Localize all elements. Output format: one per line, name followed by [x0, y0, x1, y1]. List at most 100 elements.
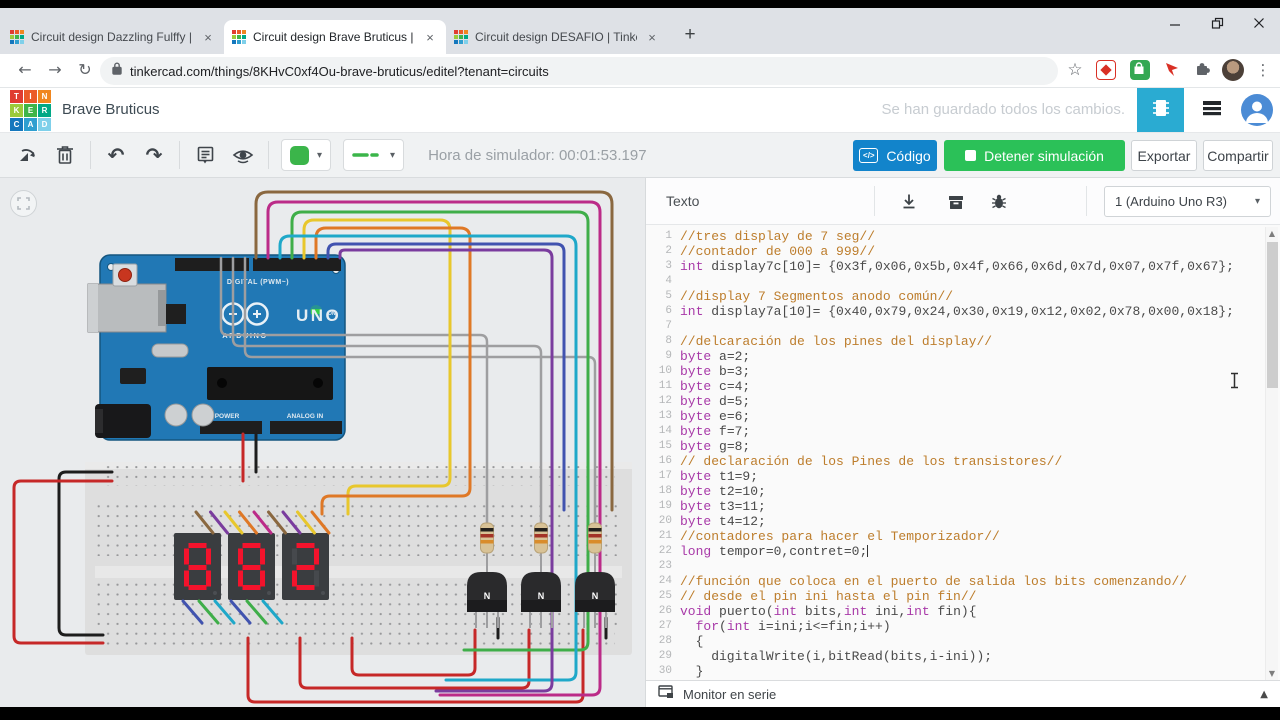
code-line[interactable]: 3 int display7c[10]= {0x3f,0x06,0x5b,0x4f…	[646, 259, 1280, 274]
extension-flag-icon[interactable]	[1163, 60, 1183, 80]
code-line[interactable]: 30 }	[646, 664, 1280, 679]
delete-button[interactable]	[46, 138, 84, 172]
code-line[interactable]: 5//display 7 Segmentos anodo común//	[646, 289, 1280, 304]
back-button[interactable]: ←	[12, 57, 38, 83]
code-line[interactable]: 6 int display7a[10]= {0x40,0x79,0x24,0x30…	[646, 304, 1280, 319]
visibility-button[interactable]	[224, 138, 262, 172]
code-line[interactable]: 29 digitalWrite(i,bitRead(bits,i-ini));	[646, 649, 1280, 664]
code-line[interactable]: 17 byte t1=9;	[646, 469, 1280, 484]
address-bar[interactable]: tinkercad.com/things/8KHvC0xf4Ou-brave-b…	[100, 57, 1058, 85]
wire-style-dropdown[interactable]: ▾	[343, 139, 405, 171]
breadboard[interactable]	[85, 462, 632, 655]
list-view-button[interactable]	[1190, 88, 1234, 132]
code-line[interactable]: 28 {	[646, 634, 1280, 649]
seven-segment-display[interactable]	[282, 533, 329, 600]
rotate-button[interactable]	[8, 138, 46, 172]
browser-menu-icon[interactable]: ⋮	[1250, 57, 1276, 83]
code-line[interactable]: 14 byte f=7;	[646, 424, 1280, 439]
browser-profile-avatar[interactable]	[1222, 59, 1244, 81]
scroll-down-icon[interactable]: ▼	[1266, 669, 1278, 678]
tinkercad-logo[interactable]: T I N K E R C A D	[10, 90, 51, 131]
seven-segment-display[interactable]	[228, 533, 275, 600]
code-button[interactable]: </> Código	[853, 140, 937, 171]
share-button[interactable]: Compartir	[1203, 140, 1273, 171]
code-line[interactable]: 1//tres display de 7 seg//	[646, 229, 1280, 244]
digital-header[interactable]	[253, 258, 341, 271]
notes-button[interactable]	[186, 138, 224, 172]
scroll-up-icon[interactable]: ▲	[1266, 229, 1278, 238]
export-button[interactable]: Exportar	[1131, 140, 1197, 171]
code-line[interactable]: 24//función que coloca en el puerto de s…	[646, 574, 1280, 589]
code-line[interactable]: 18 byte t2=10;	[646, 484, 1280, 499]
user-avatar[interactable]	[1241, 94, 1273, 126]
transistor-label: N	[592, 591, 599, 601]
scrollbar-thumb[interactable]	[1267, 242, 1278, 388]
code-line[interactable]: 11 byte c=4;	[646, 379, 1280, 394]
code-line[interactable]: 20 byte t4=12;	[646, 514, 1280, 529]
digital-header[interactable]	[175, 258, 249, 271]
code-line[interactable]: 4	[646, 274, 1280, 289]
design-title[interactable]: Brave Bruticus	[62, 88, 160, 132]
minimize-button[interactable]	[1154, 8, 1196, 38]
new-tab-button[interactable]: +	[676, 22, 704, 50]
line-number: 16	[658, 455, 672, 467]
extension-icon[interactable]	[1096, 60, 1116, 80]
eye-icon	[232, 150, 254, 164]
code-line[interactable]: 9 byte a=2;	[646, 349, 1280, 364]
debug-button[interactable]	[982, 187, 1016, 216]
serial-monitor-label: Monitor en serie	[683, 686, 777, 702]
redo-button[interactable]: ↷	[135, 138, 173, 172]
code-scrollbar[interactable]: ▲ ▼	[1265, 227, 1278, 680]
undo-button[interactable]: ↶	[97, 138, 135, 172]
tinkercad-favicon-icon	[454, 30, 468, 44]
code-mode-select[interactable]: Texto	[666, 178, 699, 224]
arduino-uno-board[interactable]: DIGITAL (PWM~) UNO ARDUINO ON POWER ANAL…	[87, 254, 346, 441]
code-line[interactable]: 26 void puerto(int bits,int ini,int fin){	[646, 604, 1280, 619]
code-line[interactable]: 16// declaración de los Pines de los tra…	[646, 454, 1280, 469]
color-picker-dropdown[interactable]: ▾	[281, 139, 332, 171]
code-line[interactable]: 27 for(int i=ini;i<=fin;i++)	[646, 619, 1280, 634]
editor-toolbar: ↶ ↷ ▾ ▾ Hora de simulador: 00:01:53.197 …	[0, 133, 1280, 178]
code-line[interactable]: 7	[646, 319, 1280, 334]
serial-monitor-bar[interactable]: Monitor en serie ▲	[646, 680, 1280, 707]
board-selector-dropdown[interactable]: 1 (Arduino Uno R3) ▾	[1104, 186, 1271, 217]
code-line[interactable]: 15 byte g=8;	[646, 439, 1280, 454]
download-code-button[interactable]	[892, 187, 926, 216]
code-line[interactable]: 25// desde el pin ini hasta el pin fin//	[646, 589, 1280, 604]
close-button[interactable]	[1238, 8, 1280, 38]
extensions-puzzle-icon[interactable]	[1194, 60, 1214, 80]
tab-close-icon[interactable]: ×	[422, 30, 438, 45]
code-line[interactable]: 22 long tempor=0,contret=0;	[646, 544, 1280, 559]
code-button-label: Código	[886, 147, 931, 164]
zoom-to-fit-button[interactable]	[10, 190, 37, 217]
bookmark-star-icon[interactable]: ☆	[1062, 57, 1088, 83]
line-number: 5	[665, 290, 672, 302]
code-editor[interactable]: 1//tres display de 7 seg//2//contador de…	[646, 225, 1280, 680]
code-line[interactable]: 10 byte b=3;	[646, 364, 1280, 379]
reload-button[interactable]: ↻	[72, 57, 98, 83]
extension-bag-icon[interactable]	[1130, 60, 1150, 80]
browser-tab[interactable]: Circuit design DESAFIO | Tinkerc ×	[446, 20, 668, 54]
components-mode-button[interactable]	[1137, 88, 1184, 132]
analog-header[interactable]	[270, 421, 342, 434]
code-line[interactable]: 12 byte d=5;	[646, 394, 1280, 409]
code-line[interactable]: 2//contador de 000 a 999//	[646, 244, 1280, 259]
reset-button[interactable]	[118, 268, 132, 282]
seven-segment-display[interactable]	[174, 533, 221, 600]
code-line[interactable]: 19 byte t3=11;	[646, 499, 1280, 514]
circuit-canvas[interactable]: DIGITAL (PWM~) UNO ARDUINO ON POWER ANAL…	[0, 178, 645, 707]
logo-tile: C	[10, 118, 23, 131]
code-line[interactable]: 21//contadores para hacer el Temporizado…	[646, 529, 1280, 544]
browser-tab-active[interactable]: Circuit design Brave Bruticus | Ti ×	[224, 20, 446, 54]
code-line[interactable]: 8//delcaración de los pines del display/…	[646, 334, 1280, 349]
stop-simulation-button[interactable]: Detener simulación	[944, 140, 1125, 171]
browser-tab[interactable]: Circuit design Dazzling Fulffy | Ti ×	[2, 20, 224, 54]
restore-button[interactable]	[1196, 8, 1238, 38]
libraries-button[interactable]	[939, 187, 973, 216]
forward-button[interactable]: →	[42, 57, 68, 83]
code-line[interactable]: 13 byte e=6;	[646, 409, 1280, 424]
tab-close-icon[interactable]: ×	[200, 30, 216, 45]
code-line[interactable]: 23	[646, 559, 1280, 574]
expand-monitor-icon[interactable]: ▲	[1260, 689, 1268, 700]
tab-close-icon[interactable]: ×	[644, 30, 660, 45]
